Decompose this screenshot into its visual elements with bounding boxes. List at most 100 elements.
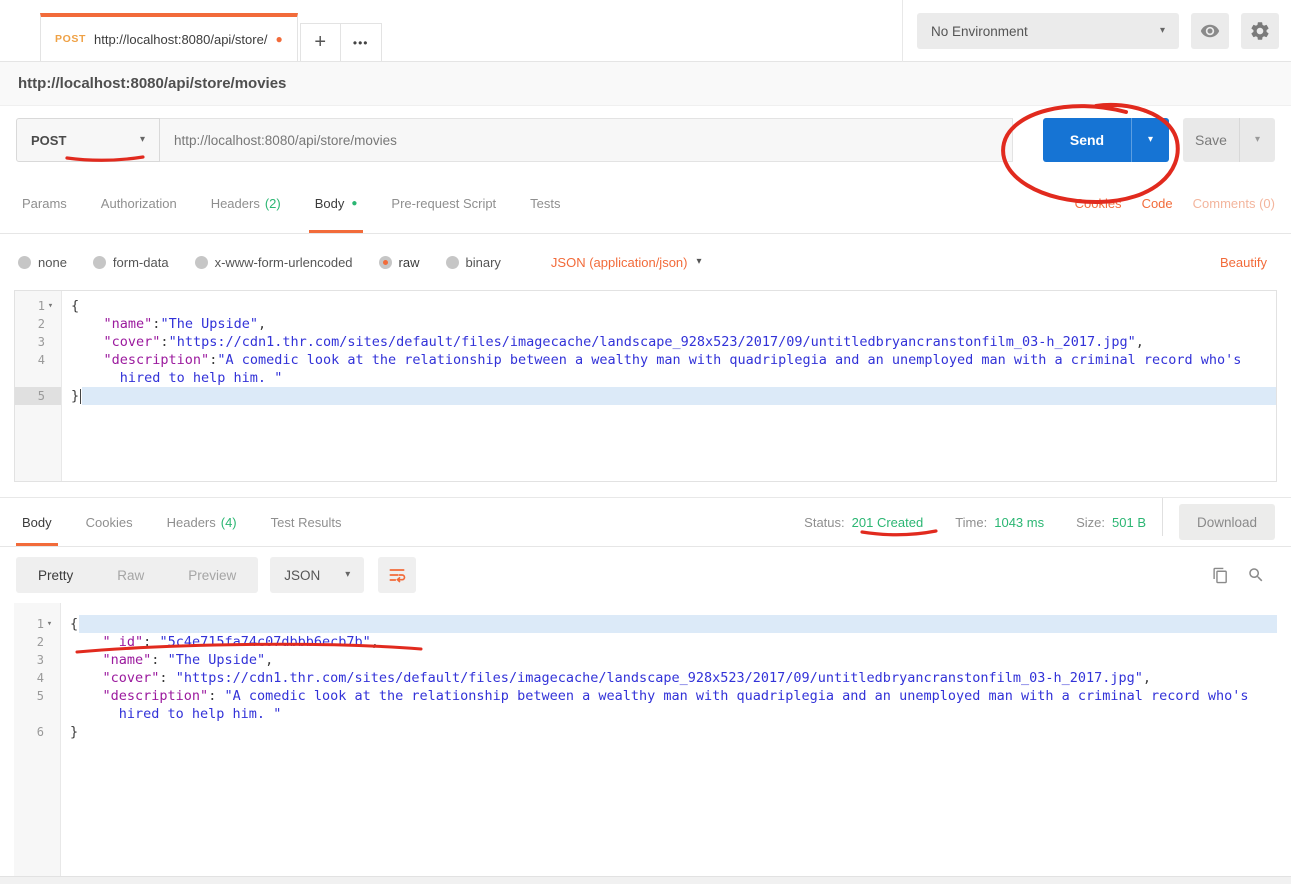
line-number: 4	[37, 669, 44, 687]
response-format-selector[interactable]: JSON ▾	[270, 557, 364, 593]
search-icon	[1247, 566, 1265, 584]
more-tabs-button[interactable]: •••	[341, 23, 382, 61]
request-tab-authorization[interactable]: Authorization	[95, 174, 183, 233]
radio-icon	[18, 256, 31, 269]
response-view-switcher: PrettyRawPreview	[16, 557, 258, 593]
line-number: 4	[38, 351, 45, 369]
cookies-link[interactable]: Cookies	[1075, 196, 1122, 211]
code-link[interactable]: Code	[1142, 196, 1173, 211]
body-mode-none[interactable]: none	[18, 255, 67, 270]
token-pun: ,	[371, 634, 379, 650]
response-tab-body[interactable]: Body	[16, 498, 58, 546]
wrap-text-button[interactable]	[378, 557, 416, 593]
fold-caret-icon[interactable]: ▾	[45, 297, 56, 315]
request-tab-headers[interactable]: Headers(2)	[205, 174, 287, 233]
request-body-editor[interactable]: 1▾{2 "name":"The Upside",3 "cover":"http…	[14, 290, 1277, 482]
tab-url-label: http://localhost:8080/api/store/	[94, 32, 267, 47]
view-mode-pretty[interactable]: Pretty	[16, 557, 95, 593]
response-body-editor[interactable]: 1▾{2 "_id": "5c4e715fa74c07dbbb6ecb7b",3…	[14, 603, 1277, 877]
chevron-down-icon: ▾	[140, 135, 145, 145]
response-format-value: JSON	[284, 568, 320, 583]
token-str: "5c4e715fa74c07dbbb6ecb7b"	[159, 634, 370, 650]
beautify-link[interactable]: Beautify	[1220, 255, 1267, 270]
save-options-button[interactable]: ▾	[1239, 118, 1275, 162]
environment-selector[interactable]: No Environment ▾	[917, 13, 1179, 49]
code-text: hired to help him. "	[70, 705, 281, 723]
app-header: POST http://localhost:8080/api/store/ ● …	[0, 0, 1291, 62]
code-line: 6}	[14, 723, 1277, 741]
url-input[interactable]	[160, 118, 1013, 162]
line-number-gutter: 5	[14, 687, 60, 705]
chevron-down-icon: ▾	[1148, 135, 1153, 145]
line-number: 5	[38, 387, 45, 405]
send-button[interactable]: Send	[1043, 118, 1131, 162]
settings-button[interactable]	[1241, 13, 1279, 49]
line-number-gutter: 2	[14, 633, 60, 651]
unsaved-changes-dot: ●	[275, 33, 282, 45]
request-tab-params[interactable]: Params	[16, 174, 73, 233]
radio-icon	[93, 256, 106, 269]
code-content: {	[61, 297, 1276, 315]
postman-app: POST http://localhost:8080/api/store/ ● …	[0, 0, 1291, 884]
response-tab-headers[interactable]: Headers(4)	[161, 498, 243, 546]
token-key: "description"	[104, 352, 210, 368]
request-tabs: Params Authorization Headers(2) Body● Pre-re…	[16, 174, 589, 233]
request-tab-pre-request-script[interactable]: Pre-request Script	[385, 174, 502, 233]
divider	[1162, 498, 1163, 536]
body-mode-raw[interactable]: raw	[379, 255, 420, 270]
request-tab-label: Pre-request Script	[391, 196, 496, 211]
comments-0-link[interactable]: Comments (0)	[1193, 196, 1275, 211]
content-type-selector[interactable]: JSON (application/json) ▾	[551, 255, 702, 270]
send-options-button[interactable]: ▾	[1131, 118, 1169, 162]
response-tab-test-results[interactable]: Test Results	[265, 498, 348, 546]
response-tab-label: Test Results	[271, 515, 342, 530]
token-pun: {	[70, 616, 78, 632]
body-mode-binary[interactable]: binary	[446, 255, 501, 270]
token-txt	[71, 316, 104, 332]
gear-icon	[1249, 20, 1271, 42]
line-number: 3	[37, 651, 44, 669]
code-line: 3 "cover":"https://cdn1.thr.com/sites/de…	[15, 333, 1276, 351]
download-button[interactable]: Download	[1179, 504, 1275, 540]
view-mode-preview[interactable]: Preview	[166, 557, 258, 593]
search-response-button[interactable]	[1247, 566, 1265, 584]
token-str: "https://cdn1.thr.com/sites/default/file…	[169, 334, 1136, 350]
save-button[interactable]: Save	[1183, 118, 1239, 162]
code-content: "name": "The Upside",	[60, 651, 1277, 669]
line-number-gutter: 4	[15, 351, 61, 369]
url-builder: POST ▾ Send ▾ Save ▾	[0, 106, 1291, 174]
send-button-group: Send ▾	[1043, 118, 1169, 162]
active-line-highlight	[82, 387, 1276, 405]
chevron-down-icon: ▾	[696, 257, 701, 267]
code-text: "name": "The Upside",	[70, 651, 273, 669]
request-tab-tests[interactable]: Tests	[524, 174, 566, 233]
body-mode-x-www-form-urlencoded[interactable]: x-www-form-urlencoded	[195, 255, 353, 270]
open-request-tab[interactable]: POST http://localhost:8080/api/store/ ●	[40, 13, 298, 61]
eye-icon	[1200, 21, 1220, 41]
token-key: "_id"	[103, 634, 144, 650]
new-tab-button[interactable]: +	[300, 23, 341, 61]
body-mode-label: binary	[466, 255, 501, 270]
token-txt	[70, 652, 103, 668]
token-pun: ,	[265, 652, 273, 668]
fold-caret-icon[interactable]: ▾	[44, 615, 55, 633]
method-selector[interactable]: POST ▾	[16, 118, 160, 162]
body-options-bar: none form-data x-www-form-urlencoded raw bin…	[0, 234, 1291, 290]
environment-quick-look-button[interactable]	[1191, 13, 1229, 49]
request-tab-body[interactable]: Body●	[309, 174, 364, 233]
view-mode-raw[interactable]: Raw	[95, 557, 166, 593]
copy-response-button[interactable]	[1212, 567, 1229, 584]
token-key: "name"	[103, 652, 152, 668]
horizontal-scrollbar[interactable]	[0, 876, 1291, 884]
response-tab-cookies[interactable]: Cookies	[80, 498, 139, 546]
code-line: 5}	[15, 387, 1276, 405]
line-number: 2	[37, 633, 44, 651]
request-links: Cookies Code Comments (0)	[1075, 174, 1275, 233]
tab-method-label: POST	[55, 33, 86, 45]
body-mode-form-data[interactable]: form-data	[93, 255, 169, 270]
size-label: Size:	[1076, 515, 1105, 530]
token-str: "A comedic look at the relationship betw…	[217, 352, 1241, 368]
line-number-gutter: 6	[14, 723, 60, 741]
token-pun: {	[71, 298, 79, 314]
response-meta: Status: 201 Created Time: 1043 ms Size: …	[804, 498, 1146, 546]
